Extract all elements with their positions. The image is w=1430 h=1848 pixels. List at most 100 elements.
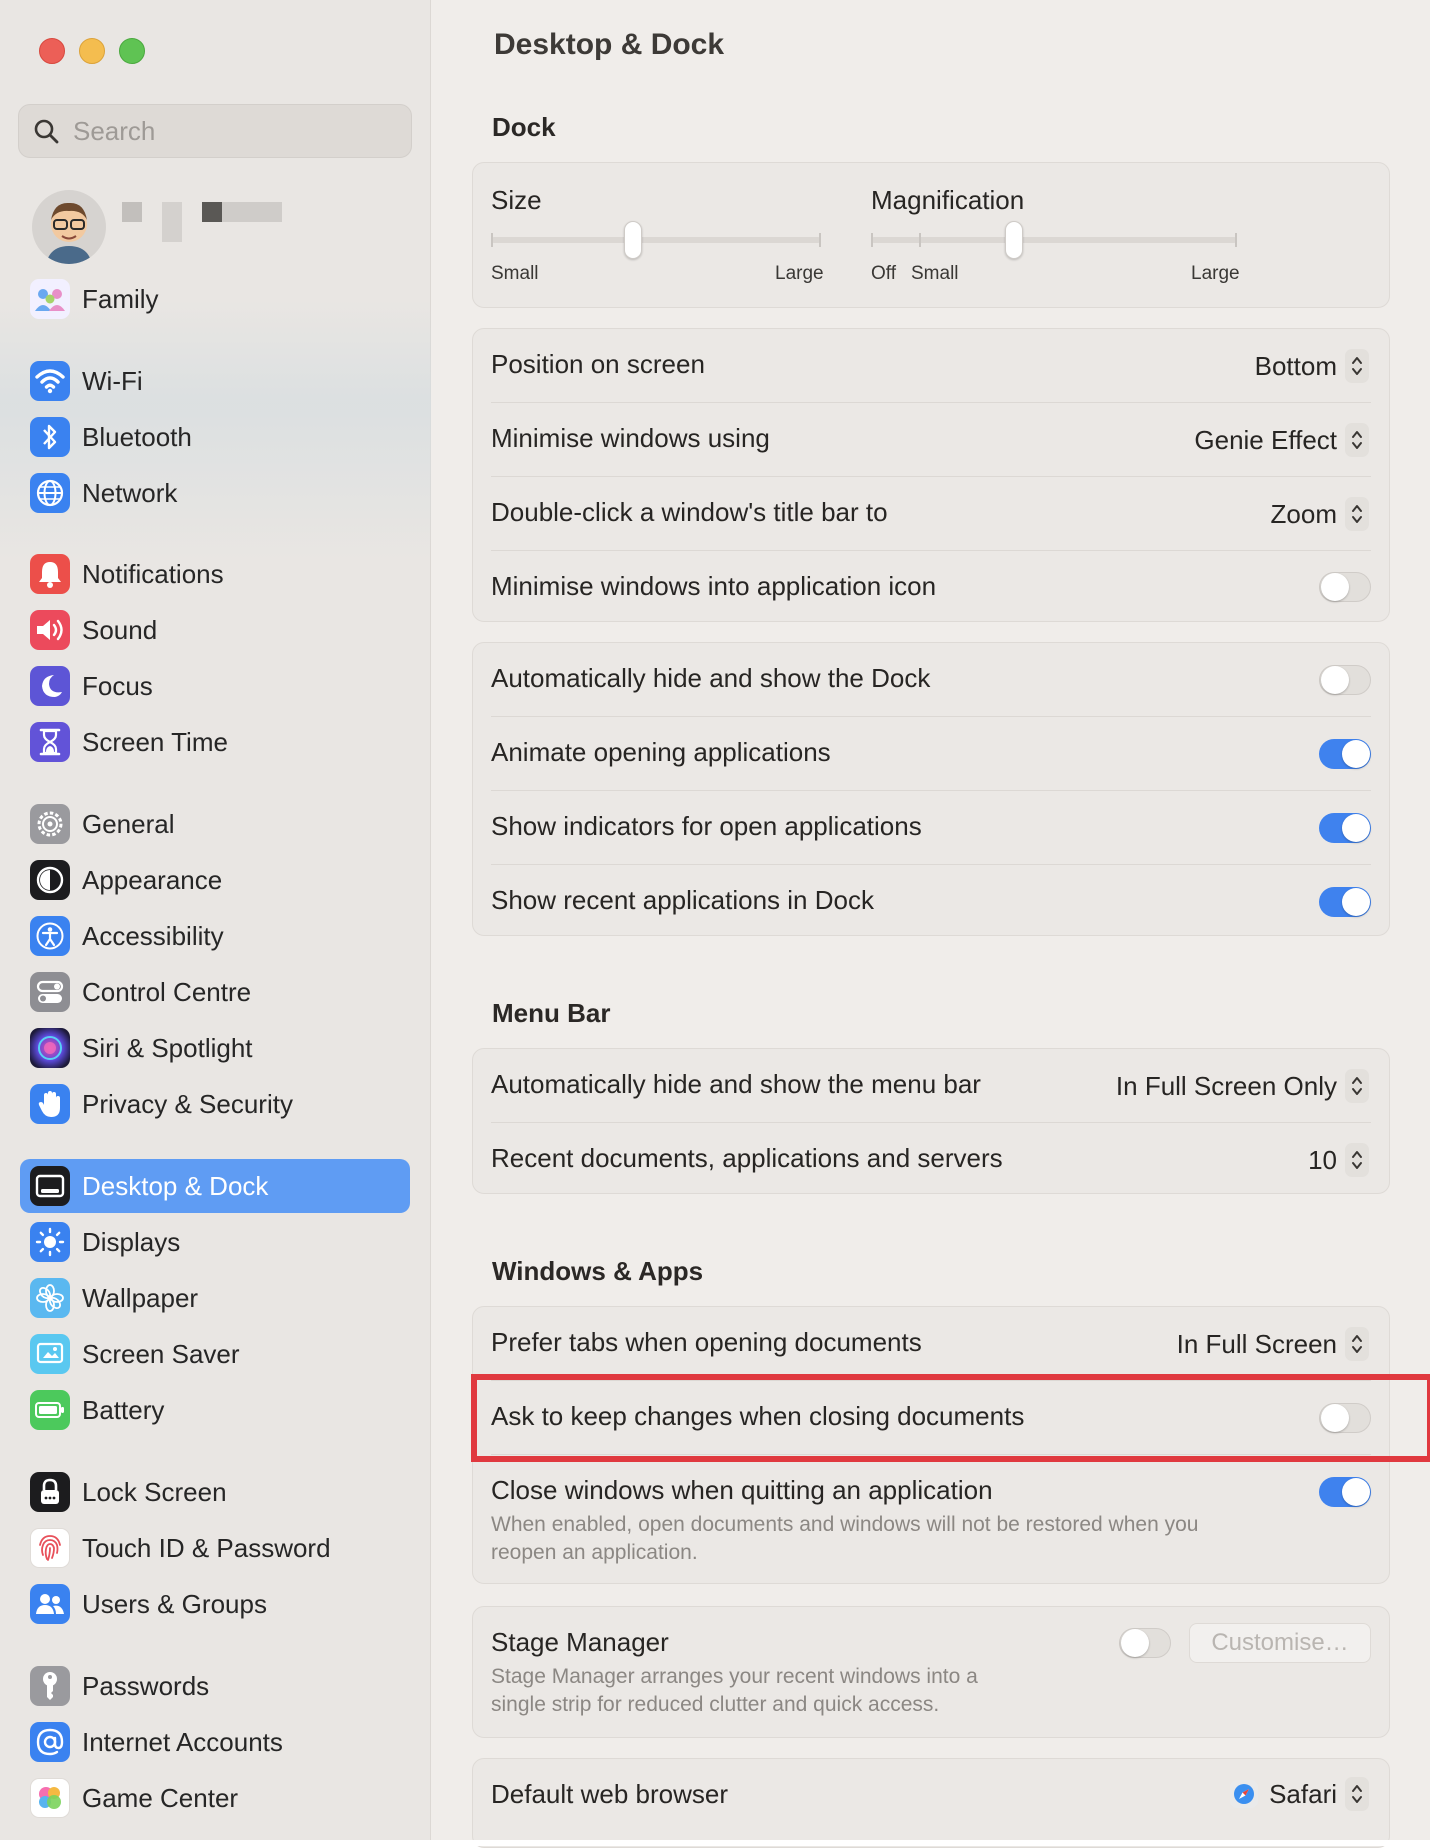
dock-options-group: Position on screen Bottom Minimise windo… [472, 328, 1390, 622]
menu-bar-autohide-value: In Full Screen Only [1115, 1070, 1337, 1101]
show-recent-row: Show recent applications in Dock [473, 865, 1389, 937]
sidebar-item-game-center[interactable]: Game Center [20, 1771, 410, 1825]
chevron-updown-icon [1345, 1327, 1369, 1361]
bluetooth-icon [30, 417, 70, 457]
recent-documents-label: Recent documents, applications and serve… [491, 1143, 1003, 1173]
animate-opening-label: Animate opening applications [491, 737, 831, 767]
menu-bar-autohide-popup[interactable]: In Full Screen Only [1116, 1069, 1369, 1103]
sidebar-item-desktop-dock[interactable]: Desktop & Dock [20, 1159, 410, 1213]
magnification-slider-tick [871, 233, 873, 247]
sidebar-item-label: Siri & Spotlight [82, 1032, 253, 1063]
recent-documents-row: Recent documents, applications and serve… [473, 1123, 1389, 1195]
sidebar-item-wallpaper[interactable]: Wallpaper [20, 1271, 410, 1325]
sidebar-item-label: Screen Time [82, 726, 228, 757]
dock-sliders-group: Size Small Large Magnification Off Small… [472, 162, 1390, 308]
magnification-slider-track[interactable] [871, 237, 1237, 243]
sidebar-item-notifications[interactable]: Notifications [20, 547, 410, 601]
sidebar-item-internet-accounts[interactable]: Internet Accounts [20, 1715, 410, 1769]
animate-opening-row: Animate opening applications [473, 717, 1389, 791]
magnification-slider-tick [1235, 233, 1237, 247]
sidebar-item-control-centre[interactable]: Control Centre [20, 965, 410, 1019]
hourglass-icon [30, 722, 70, 762]
customise-button[interactable]: Customise… [1189, 1623, 1371, 1663]
default-browser-label: Default web browser [491, 1779, 728, 1809]
sidebar-item-label: Desktop & Dock [82, 1170, 269, 1201]
minimise-using-popup[interactable]: Genie Effect [1194, 423, 1369, 457]
sidebar-item-lock-screen[interactable]: Lock Screen [20, 1465, 410, 1519]
close-windows-toggle[interactable] [1319, 1477, 1371, 1507]
users-icon [30, 1584, 70, 1624]
magnification-slider-thumb[interactable] [1004, 221, 1023, 259]
sidebar-item-network[interactable]: Network [20, 466, 410, 520]
apple-account-profile[interactable] [32, 190, 412, 264]
stage-manager-label: Stage Manager [491, 1627, 669, 1657]
show-indicators-toggle[interactable] [1319, 813, 1371, 843]
default-browser-group: Default web browser Safari [472, 1758, 1390, 1848]
position-value: Bottom [1254, 350, 1337, 381]
menu-bar-autohide-label: Automatically hide and show the menu bar [491, 1069, 981, 1099]
animate-opening-toggle[interactable] [1319, 739, 1371, 769]
minimise-into-icon-toggle[interactable] [1319, 572, 1371, 602]
double-click-row: Double-click a window's title bar to Zoo… [473, 477, 1389, 551]
sidebar-item-users-groups[interactable]: Users & Groups [20, 1577, 410, 1631]
size-slider-tick [491, 233, 493, 247]
stage-manager-group: Stage Manager Stage Manager arranges you… [472, 1606, 1390, 1738]
sidebar-item-displays[interactable]: Displays [20, 1215, 410, 1269]
size-slider-thumb[interactable] [623, 221, 642, 259]
default-browser-popup[interactable]: Safari [1229, 1777, 1369, 1811]
magnification-small-label: Small [911, 263, 959, 284]
search-input[interactable] [71, 114, 375, 148]
search-field[interactable] [18, 104, 412, 158]
sidebar-item-label: Wallpaper [82, 1282, 199, 1313]
sidebar-item-screen-saver[interactable]: Screen Saver [20, 1327, 410, 1381]
position-popup[interactable]: Bottom [1255, 349, 1369, 383]
position-label: Position on screen [491, 349, 705, 379]
recent-documents-popup[interactable]: 10 [1308, 1143, 1369, 1177]
close-windows-label: Close windows when quitting an applicati… [491, 1475, 993, 1505]
show-recent-toggle[interactable] [1319, 887, 1371, 917]
sidebar-item-accessibility[interactable]: Accessibility [20, 909, 410, 963]
stage-manager-toggle[interactable] [1119, 1628, 1171, 1658]
autohide-dock-toggle[interactable] [1319, 665, 1371, 695]
sidebar-item-label: Users & Groups [82, 1588, 267, 1619]
sidebar-item-family[interactable]: Family [20, 272, 410, 326]
sidebar-item-touch-id-password[interactable]: Touch ID & Password [20, 1521, 410, 1575]
avatar [32, 190, 106, 264]
sidebar-item-wifi[interactable]: Wi-Fi [20, 354, 410, 408]
sidebar-item-privacy-security[interactable]: Privacy & Security [20, 1077, 410, 1131]
sidebar-item-siri-spotlight[interactable]: Siri & Spotlight [20, 1021, 410, 1075]
redacted-name-block [162, 222, 182, 242]
sidebar-item-passwords[interactable]: Passwords [20, 1659, 410, 1713]
menu-bar-group: Automatically hide and show the menu bar… [472, 1048, 1390, 1194]
double-click-popup[interactable]: Zoom [1271, 497, 1369, 531]
zoom-window-button[interactable] [119, 38, 145, 64]
section-title-menu-bar: Menu Bar [492, 998, 611, 1028]
default-browser-value: Safari [1269, 1778, 1337, 1809]
size-slider-label: Size [491, 185, 542, 215]
sidebar-item-battery[interactable]: Battery [20, 1383, 410, 1437]
close-windows-row: Close windows when quitting an applicati… [473, 1455, 1389, 1585]
sidebar-item-label: Game Center [82, 1782, 239, 1813]
sidebar-item-general[interactable]: General [20, 797, 410, 851]
minimise-using-row: Minimise windows using Genie Effect [473, 403, 1389, 477]
size-slider-track[interactable] [491, 237, 821, 243]
minimise-window-button[interactable] [79, 38, 105, 64]
sidebar-item-appearance[interactable]: Appearance [20, 853, 410, 907]
size-slider-tick [819, 233, 821, 247]
prefer-tabs-value: In Full Screen [1176, 1328, 1337, 1359]
family-icon [30, 279, 70, 319]
game-center-icon [30, 1778, 70, 1818]
sidebar-item-label: Touch ID & Password [82, 1532, 331, 1563]
position-row: Position on screen Bottom [473, 329, 1389, 403]
sidebar-item-screen-time[interactable]: Screen Time [20, 715, 410, 769]
sidebar-item-label: Wi-Fi [82, 365, 143, 396]
wifi-icon [30, 361, 70, 401]
section-title-windows-apps: Windows & Apps [492, 1256, 704, 1286]
search-icon [34, 119, 59, 144]
prefer-tabs-popup[interactable]: In Full Screen [1177, 1327, 1369, 1361]
sidebar-item-bluetooth[interactable]: Bluetooth [20, 410, 410, 464]
sidebar-item-sound[interactable]: Sound [20, 603, 410, 657]
close-window-button[interactable] [39, 38, 65, 64]
sidebar-item-focus[interactable]: Focus [20, 659, 410, 713]
magnification-large-label: Large [1191, 263, 1240, 284]
